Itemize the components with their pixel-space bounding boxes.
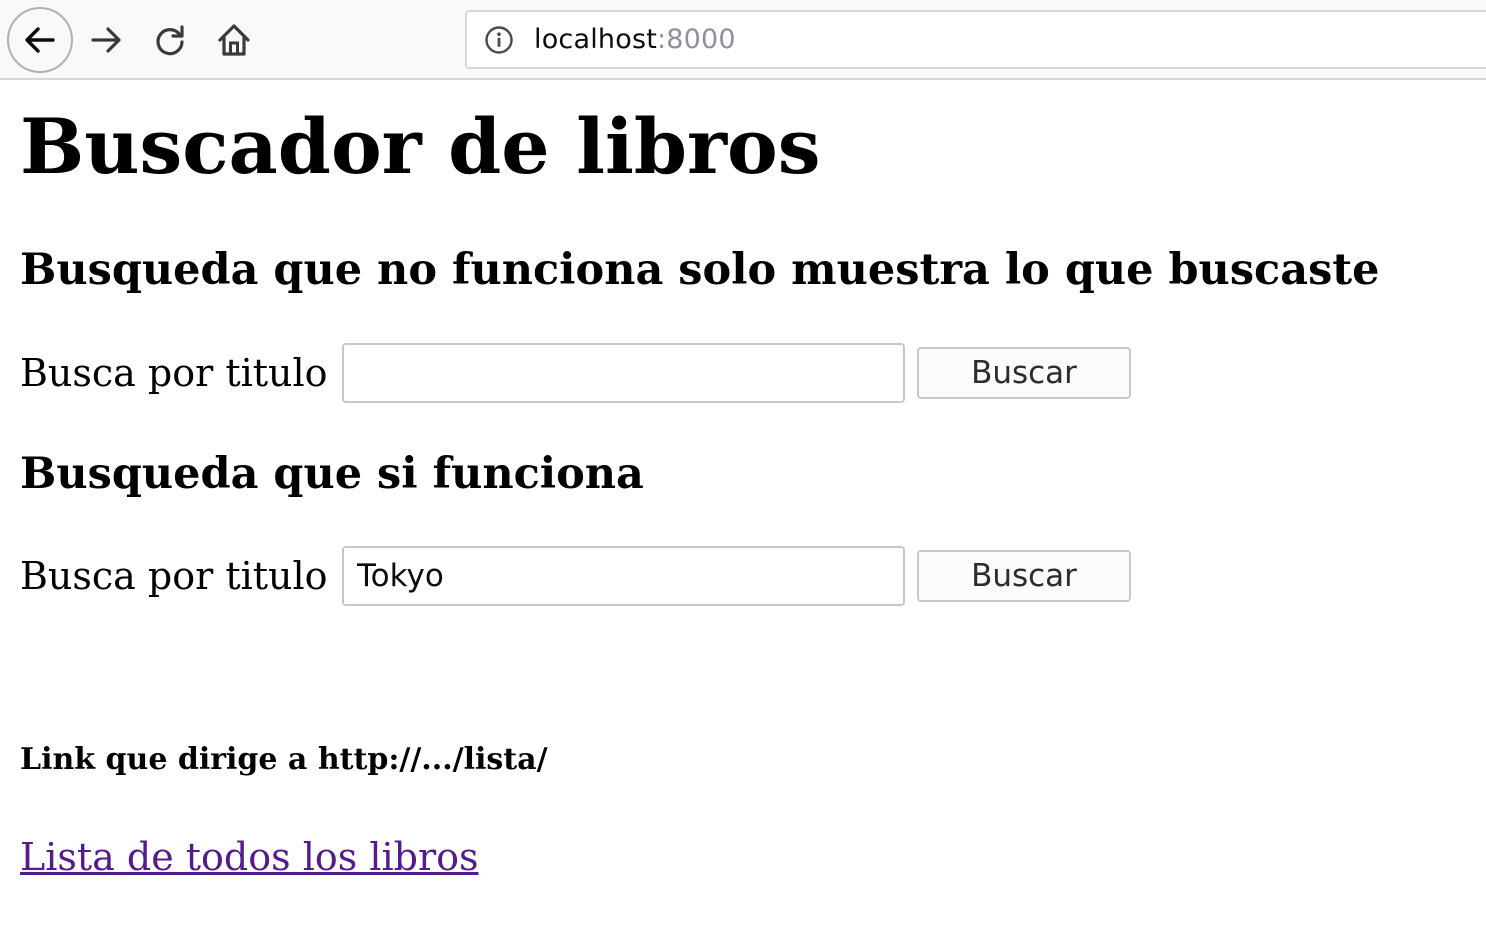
title-search-input[interactable] bbox=[342, 343, 905, 403]
browser-toolbar: localhost:8000 bbox=[0, 0, 1486, 80]
url-port: :8000 bbox=[657, 24, 736, 55]
back-button[interactable] bbox=[7, 7, 73, 73]
page-content: Buscador de libros Busqueda que no funci… bbox=[20, 80, 1486, 936]
reload-button[interactable] bbox=[148, 18, 192, 62]
working-search-form: Busca por titulo Buscar bbox=[20, 546, 1131, 606]
home-icon bbox=[218, 24, 250, 56]
url-text: localhost:8000 bbox=[534, 24, 736, 55]
arrow-left-icon bbox=[25, 27, 55, 53]
link-note: Link que dirige a http://.../lista/ bbox=[20, 742, 548, 777]
url-host: localhost bbox=[534, 24, 657, 55]
title-search-input[interactable] bbox=[342, 546, 905, 606]
title-search-label: Busca por titulo bbox=[20, 554, 328, 598]
broken-search-form: Busca por titulo Buscar bbox=[20, 343, 1131, 403]
home-button[interactable] bbox=[212, 18, 256, 62]
search-button[interactable]: Buscar bbox=[917, 347, 1131, 399]
title-search-label: Busca por titulo bbox=[20, 351, 328, 395]
heading-working-search: Busqueda que si funciona bbox=[20, 449, 644, 499]
search-button[interactable]: Buscar bbox=[917, 550, 1131, 602]
forward-button[interactable] bbox=[84, 18, 128, 62]
arrow-right-icon bbox=[91, 27, 121, 53]
address-bar[interactable]: localhost:8000 bbox=[465, 10, 1486, 69]
info-icon[interactable] bbox=[484, 25, 514, 55]
heading-broken-search: Busqueda que no funciona solo muestra lo… bbox=[20, 245, 1380, 295]
reload-icon bbox=[156, 25, 184, 56]
page-title: Buscador de libros bbox=[20, 102, 821, 191]
all-books-link[interactable]: Lista de todos los libros bbox=[20, 832, 479, 882]
